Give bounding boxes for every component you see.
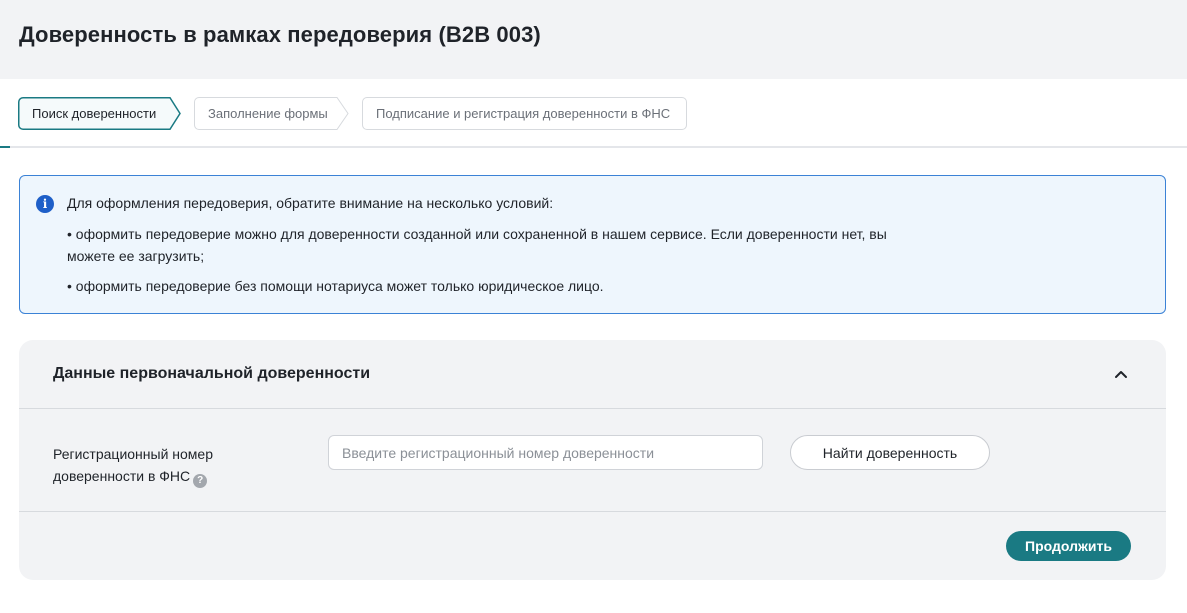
info-heading: Для оформления передоверия, обратите вни… bbox=[67, 195, 554, 211]
info-icon: i bbox=[36, 195, 54, 213]
registration-number-label-line1: Регистрационный номер bbox=[53, 446, 213, 462]
info-condition-2: • оформить передоверие без помощи нотари… bbox=[67, 278, 604, 294]
info-condition-1: • оформить передоверие можно для доверен… bbox=[67, 226, 887, 242]
page-title: Доверенность в рамках передоверия (B2B 0… bbox=[19, 22, 541, 47]
card-footer-divider bbox=[19, 511, 1166, 512]
card-header-divider bbox=[19, 408, 1166, 409]
question-icon[interactable]: ? bbox=[193, 474, 208, 488]
registration-number-input[interactable] bbox=[328, 435, 763, 470]
info-notice: i Для оформления передоверия, обратите в… bbox=[19, 175, 1166, 314]
original-proxy-card: Данные первоначальной доверенности Регис… bbox=[19, 340, 1166, 580]
registration-number-label: Регистрационный номер доверенности в ФНС… bbox=[53, 443, 283, 488]
card-title: Данные первоначальной доверенности bbox=[53, 365, 371, 382]
step-search[interactable]: Поиск доверенности bbox=[18, 97, 182, 130]
step-form[interactable]: Заполнение формы bbox=[194, 97, 350, 130]
continue-button[interactable]: Продолжить bbox=[1006, 531, 1131, 561]
step-sign-label: Подписание и регистрация доверенности в … bbox=[376, 106, 671, 121]
chevron-up-icon[interactable] bbox=[1111, 364, 1131, 384]
stepper-progress-track bbox=[0, 146, 1187, 148]
step-form-label: Заполнение формы bbox=[208, 106, 328, 121]
info-condition-1-continued: можете ее загрузить; bbox=[67, 248, 205, 264]
stepper-progress-fill bbox=[0, 146, 10, 148]
registration-number-label-line2: доверенности в ФНС bbox=[53, 468, 191, 484]
page-header: Доверенность в рамках передоверия (B2B 0… bbox=[0, 0, 1187, 79]
step-sign[interactable]: Подписание и регистрация доверенности в … bbox=[362, 97, 688, 130]
step-search-label: Поиск доверенности bbox=[32, 106, 157, 121]
find-proxy-button[interactable]: Найти доверенность bbox=[790, 435, 990, 470]
